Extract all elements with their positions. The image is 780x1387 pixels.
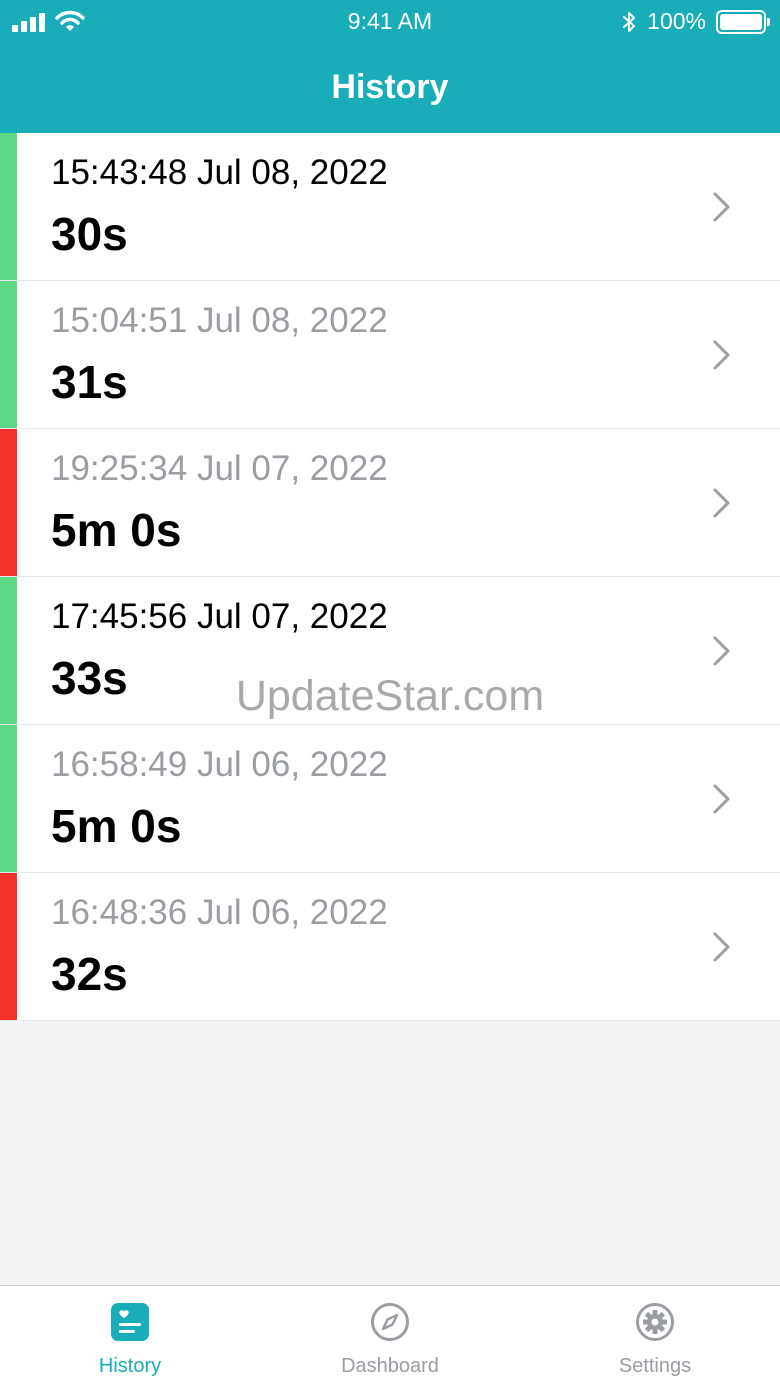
- record-timestamp: 15:43:48 Jul 08, 2022: [51, 153, 388, 192]
- history-row[interactable]: 19:25:34 Jul 07, 2022 5m 0s: [0, 429, 780, 577]
- history-row[interactable]: 16:48:36 Jul 06, 2022 32s: [0, 873, 780, 1021]
- battery-icon: [716, 9, 770, 34]
- status-right: 100%: [621, 8, 770, 35]
- history-list: 15:43:48 Jul 08, 2022 30s 15:04:51 Jul 0…: [0, 133, 780, 1021]
- status-indicator-bar: [0, 133, 17, 280]
- chevron-right-icon: [713, 636, 730, 666]
- chevron-right-icon: [713, 488, 730, 518]
- record-timestamp: 16:58:49 Jul 06, 2022: [51, 745, 388, 784]
- chevron-right-icon: [713, 340, 730, 370]
- record-duration: 32s: [51, 948, 128, 1000]
- tab-label: History: [98, 1355, 162, 1377]
- status-indicator-bar: [0, 429, 17, 576]
- chevron-right-icon: [713, 192, 730, 222]
- tab-bar: History Dashboard Settings: [0, 1285, 780, 1387]
- status-indicator-bar: [0, 281, 17, 428]
- bluetooth-icon: [623, 11, 636, 32]
- page-title: History: [331, 68, 449, 106]
- record-timestamp: 16:48:36 Jul 06, 2022: [51, 893, 388, 932]
- app-header: 9:41 AM 100% History: [0, 0, 780, 133]
- battery-percent: 100%: [647, 8, 706, 34]
- status-indicator-bar: [0, 577, 17, 724]
- history-row[interactable]: 16:58:49 Jul 06, 2022 5m 0s: [0, 725, 780, 873]
- status-bar: 9:41 AM 100%: [0, 0, 780, 44]
- tab-label: Settings: [618, 1355, 692, 1377]
- tab-settings[interactable]: Settings: [565, 1286, 745, 1387]
- record-timestamp: 15:04:51 Jul 08, 2022: [51, 301, 388, 340]
- record-timestamp: 19:25:34 Jul 07, 2022: [51, 449, 388, 488]
- record-duration: 30s: [51, 208, 128, 260]
- record-duration: 33s: [51, 652, 128, 704]
- status-indicator-bar: [0, 873, 17, 1020]
- record-duration: 5m 0s: [51, 504, 182, 556]
- status-indicator-bar: [0, 725, 17, 872]
- chevron-right-icon: [713, 784, 730, 814]
- record-timestamp: 17:45:56 Jul 07, 2022: [51, 597, 388, 636]
- tab-dashboard[interactable]: Dashboard: [300, 1286, 480, 1387]
- history-row[interactable]: 15:04:51 Jul 08, 2022 31s: [0, 281, 780, 429]
- record-duration: 5m 0s: [51, 800, 182, 852]
- tab-history[interactable]: History: [40, 1286, 220, 1387]
- compass-icon: [370, 1302, 410, 1342]
- tab-label: Dashboard: [341, 1355, 439, 1377]
- chevron-right-icon: [713, 932, 730, 962]
- heart-list-icon: [110, 1302, 150, 1342]
- gear-icon: [635, 1302, 675, 1342]
- record-duration: 31s: [51, 356, 128, 408]
- history-row[interactable]: 17:45:56 Jul 07, 2022 33s: [0, 577, 780, 725]
- history-row[interactable]: 15:43:48 Jul 08, 2022 30s: [0, 133, 780, 281]
